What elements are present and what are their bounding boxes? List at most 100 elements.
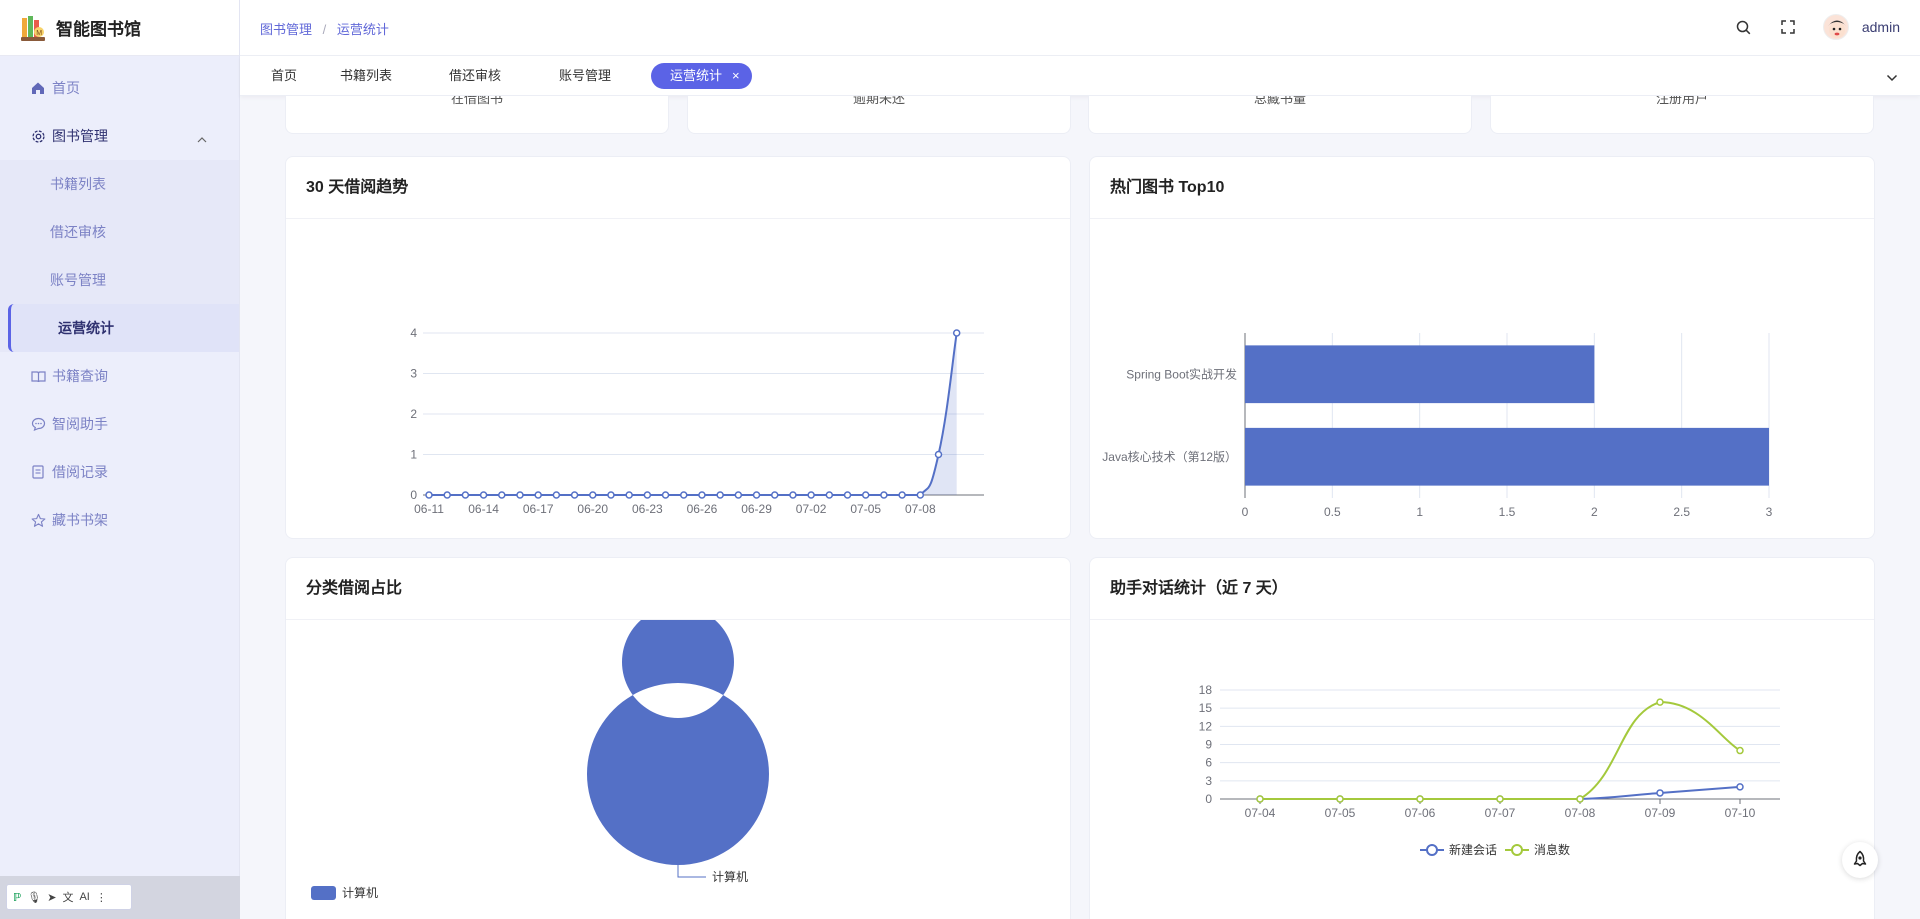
more-dots-icon[interactable]: ⋮ xyxy=(96,891,107,904)
tab-statistics[interactable]: 运营统计 × xyxy=(651,63,752,89)
data-point xyxy=(752,491,761,499)
data-point xyxy=(934,450,943,459)
sidebar-group-book-management[interactable]: 图书管理 xyxy=(0,112,239,160)
x-tick-label: 07-04 xyxy=(1245,806,1276,820)
stat-card-overdue: 逾期未还 xyxy=(687,96,1071,134)
data-point xyxy=(498,491,506,499)
x-tick-label: 07-08 xyxy=(905,502,936,516)
legend-marker xyxy=(1511,844,1523,856)
stat-card-borrowed: 在借图书 xyxy=(285,96,669,134)
bar xyxy=(1245,345,1595,404)
star-icon xyxy=(30,512,46,528)
sidebar-item-statistics[interactable]: 运营统计 xyxy=(8,304,239,352)
top-header: 图书管理 / 运营统计 admin xyxy=(240,0,1920,56)
sidebar-item-borrow-records[interactable]: 借阅记录 xyxy=(0,448,239,496)
panel-title: 热门图书 Top10 xyxy=(1090,157,1874,219)
home-icon xyxy=(30,80,46,96)
panel-assistant-stats: 助手对话统计（近 7 天） 0 3 6 9 12 15 18 07-04 07-05 07-06 0… xyxy=(1089,557,1875,919)
top-books-chart: 0 0.5 1 1.5 2 2.5 3 Java核心技术（第12版） Spring Boot实战… xyxy=(1102,333,1773,519)
x-tick-label: 1.5 xyxy=(1499,505,1516,519)
close-icon[interactable]: × xyxy=(732,68,740,83)
legend-label: 新建会话 xyxy=(1449,842,1497,857)
send-icon[interactable]: ➤ xyxy=(47,891,56,904)
brand-title: 智能图书馆 xyxy=(56,20,141,39)
data-point xyxy=(479,491,488,499)
data-point xyxy=(625,491,633,499)
ai-assistant-float-button[interactable] xyxy=(1842,842,1878,878)
x-tick-label: 07-07 xyxy=(1485,806,1516,820)
sidebar-item-bookshelf[interactable]: 藏书书架 xyxy=(0,496,239,544)
y-tick-label: 0 xyxy=(1205,792,1212,806)
svg-text:M: M xyxy=(36,30,42,37)
data-point xyxy=(825,491,834,499)
tab-book-list[interactable]: 书籍列表 xyxy=(340,63,392,89)
data-point xyxy=(534,491,542,499)
y-tick-label: 3 xyxy=(1205,774,1212,788)
tab-home[interactable]: 首页 xyxy=(271,63,297,89)
tab-borrow-review[interactable]: 借还审核 xyxy=(449,63,501,89)
x-tick-label: 1 xyxy=(1416,505,1423,519)
sidebar-item-book-list[interactable]: 书籍列表 xyxy=(0,160,239,208)
sidebar-item-label: 书籍查询 xyxy=(52,368,108,384)
series-line xyxy=(1260,701,1741,800)
data-point xyxy=(1576,795,1584,803)
y-tick-label: 0 xyxy=(410,488,417,502)
x-tick-label: 06-23 xyxy=(632,502,663,516)
sidebar-item-assistant[interactable]: 智阅助手 xyxy=(0,400,239,448)
data-point xyxy=(698,491,706,499)
x-tick-label: 0 xyxy=(1242,505,1249,519)
stat-label: 在借图书 xyxy=(450,96,503,106)
sidebar-item-accounts[interactable]: 账号管理 xyxy=(0,256,239,304)
avatar[interactable] xyxy=(1822,14,1849,40)
search-icon[interactable] xyxy=(1735,18,1753,36)
x-tick-label: 06-29 xyxy=(741,502,772,516)
data-point xyxy=(861,491,870,499)
sidebar-item-book-search[interactable]: 书籍查询 xyxy=(0,352,239,400)
header-actions: admin xyxy=(1709,14,1900,40)
chevron-down-icon[interactable] xyxy=(1886,69,1898,87)
borrow-trend-chart: 0 1 2 3 4 06-11 06-14 06-17 06-20 06-23 06-26 06-29… xyxy=(410,326,984,516)
data-point xyxy=(1736,746,1744,755)
chevron-up-icon xyxy=(197,130,207,146)
tab-accounts[interactable]: 账号管理 xyxy=(559,63,611,89)
stat-card-total-books: 总藏书量 xyxy=(1088,96,1472,134)
data-point xyxy=(1336,795,1344,803)
microphone-icon[interactable]: 🎙 xyxy=(27,891,41,904)
panel-title: 分类借阅占比 xyxy=(286,558,1070,620)
sidebar-item-home[interactable]: 首页 xyxy=(0,64,239,112)
stat-label: 注册用户 xyxy=(1655,96,1708,106)
brand[interactable]: M 智能图书馆 xyxy=(0,0,239,56)
data-point xyxy=(807,491,815,499)
main-content: 在借图书 逾期未还 总藏书量 注册用户 30 天借阅趋势 0 1 2 3 4 06-11 0… xyxy=(260,96,1900,919)
x-tick-label: 06-11 xyxy=(414,502,444,516)
translate-icon[interactable]: 文 xyxy=(62,889,73,905)
breadcrumb-item-book-management[interactable]: 图书管理 xyxy=(260,22,312,37)
username[interactable]: admin xyxy=(1862,19,1900,35)
slice-label: 计算机 xyxy=(712,869,748,884)
x-tick-label: 07-09 xyxy=(1645,806,1676,820)
panel-category-share: 分类借阅占比 计算机 计算机 xyxy=(285,557,1071,919)
ime-ai-button[interactable]: AI xyxy=(79,891,89,903)
chat-bubble-icon xyxy=(30,416,46,432)
x-tick-label: 07-06 xyxy=(1405,806,1436,820)
fullscreen-icon[interactable] xyxy=(1779,18,1797,36)
gear-icon xyxy=(30,128,46,144)
data-point xyxy=(661,491,670,499)
rocket-icon xyxy=(1853,850,1867,867)
y-tick-label: 6 xyxy=(1205,756,1212,770)
stat-label: 逾期未还 xyxy=(852,96,905,106)
sidebar-item-label: 智阅助手 xyxy=(52,416,108,432)
x-tick-label: 06-26 xyxy=(687,502,718,516)
ime-toolbar[interactable]: ℙ 🎙 ➤ 文 AI ⋮ xyxy=(6,884,132,910)
breadcrumb: 图书管理 / 运营统计 xyxy=(260,19,389,38)
sidebar: M 智能图书馆 首页 图书管理 书籍列表 借还审核 账号管理 运营统计 书籍查询… xyxy=(0,0,240,919)
x-tick-label: 07-02 xyxy=(796,502,827,516)
data-point xyxy=(516,491,524,499)
sidebar-group-label: 图书管理 xyxy=(52,128,108,144)
data-point xyxy=(770,491,779,499)
stat-label: 总藏书量 xyxy=(1253,96,1306,106)
sidebar-item-borrow-review[interactable]: 借还审核 xyxy=(0,208,239,256)
ime-logo-icon[interactable]: ℙ xyxy=(13,891,21,904)
x-tick-label: 2 xyxy=(1591,505,1598,519)
sidebar-item-label: 借阅记录 xyxy=(52,464,108,480)
